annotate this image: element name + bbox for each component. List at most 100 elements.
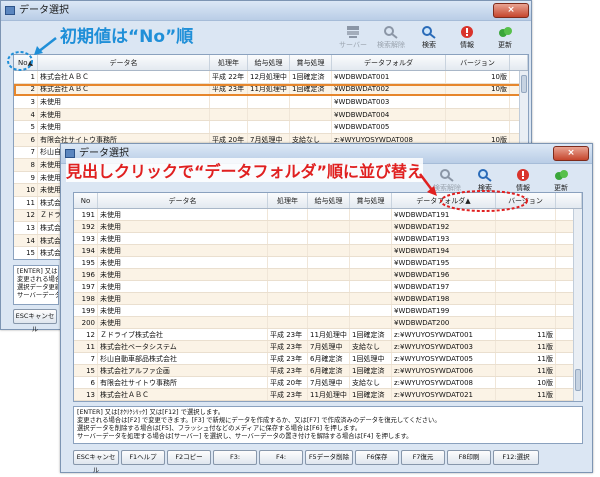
fkey-button-7[interactable]: F7復元 bbox=[401, 450, 445, 465]
toolbar-button-info[interactable]: 情報 bbox=[449, 25, 485, 50]
close-button[interactable]: × bbox=[553, 146, 589, 161]
col-no-header[interactable]: No bbox=[74, 193, 98, 208]
fkey-button-1[interactable]: F1ヘルプ bbox=[121, 450, 165, 465]
table-row[interactable]: 197 未使用 ¥WDBWDAT197 bbox=[74, 281, 582, 293]
table-row[interactable]: 198 未使用 ¥WDBWDAT198 bbox=[74, 293, 582, 305]
row-pay-cell: 11月処理中 bbox=[248, 83, 290, 96]
refresh-icon bbox=[487, 25, 523, 39]
fkey-button-2[interactable]: F2コピー bbox=[167, 450, 211, 465]
search-icon bbox=[467, 168, 503, 182]
refresh-icon bbox=[543, 168, 579, 182]
row-bonus-cell: 1回確定済 bbox=[290, 83, 332, 96]
row-folder-cell: z:¥WYUYOSYWDAT005 bbox=[392, 353, 496, 364]
row-pay-cell bbox=[308, 257, 350, 268]
col-year-header[interactable]: 処理年 bbox=[210, 55, 248, 70]
toolbar-button-label: サーバー bbox=[339, 41, 367, 49]
row-folder-cell: ¥WDBWDAT194 bbox=[392, 245, 496, 256]
fkey-button-4[interactable]: F4: bbox=[259, 450, 303, 465]
row-no-cell: 195 bbox=[74, 257, 98, 268]
toolbar-button-refresh[interactable]: 更新 bbox=[543, 168, 579, 193]
table-row[interactable]: 1 株式会社ＡＢＣ 平成 22年 12月処理中 1回確定済 ¥WDBWDAT001 10版 bbox=[14, 71, 528, 84]
col-pay-header[interactable]: 給与処理 bbox=[248, 55, 290, 70]
header-filler bbox=[556, 193, 582, 208]
col-folder-header[interactable]: データフォルダ bbox=[332, 55, 446, 70]
scroll-thumb[interactable] bbox=[521, 75, 527, 93]
row-name-cell: 未使用 bbox=[38, 96, 210, 108]
row-pay-cell bbox=[308, 317, 350, 328]
fkey-button-0[interactable]: ESCキャンセル bbox=[73, 450, 119, 474]
row-bonus-cell bbox=[350, 233, 392, 244]
back-window-titlebar: データ選択 bbox=[1, 1, 531, 21]
front-vertical-scrollbar[interactable] bbox=[573, 209, 582, 401]
fkey-button-8[interactable]: F8印刷 bbox=[447, 450, 491, 465]
row-version-cell bbox=[496, 245, 556, 256]
row-version-cell: 10版 bbox=[446, 83, 510, 96]
fkey-button-5[interactable]: F5データ削除 bbox=[305, 450, 353, 465]
row-no-cell: 12 bbox=[14, 209, 38, 222]
row-name-cell: 未使用 bbox=[98, 281, 268, 292]
esc-cancel-button[interactable]: ESCキャンセル bbox=[13, 309, 57, 333]
col-year-header[interactable]: 処理年 bbox=[268, 193, 308, 208]
row-pay-cell: 6月確定済 bbox=[308, 365, 350, 376]
row-name-cell: 未使用 bbox=[98, 221, 268, 232]
table-row[interactable]: 195 未使用 ¥WDBWDAT195 bbox=[74, 257, 582, 269]
close-button[interactable]: × bbox=[493, 3, 529, 18]
table-row[interactable]: 192 未使用 ¥WDBWDAT192 bbox=[74, 221, 582, 233]
back-grid-header: No▲ データ名 処理年 給与処理 賞与処理 データフォルダ バージョン bbox=[14, 55, 528, 71]
table-row[interactable]: 4 未使用 ¥WDBWDAT004 bbox=[14, 108, 528, 122]
col-name-header[interactable]: データ名 bbox=[38, 55, 210, 70]
row-bonus-cell bbox=[350, 245, 392, 256]
row-version-cell: 11版 bbox=[496, 389, 556, 400]
table-row[interactable]: 193 未使用 ¥WDBWDAT193 bbox=[74, 233, 582, 245]
row-folder-cell: ¥WDBWDAT004 bbox=[332, 108, 446, 121]
row-bonus-cell bbox=[290, 108, 332, 121]
table-row[interactable]: 7 杉山自動車部品株式会社 平成 23年 6月確定済 1回処理中 z:¥WYUYOSYWD… bbox=[74, 353, 582, 365]
row-folder-cell: ¥WDBWDAT200 bbox=[392, 317, 496, 328]
row-pay-cell bbox=[308, 293, 350, 304]
row-version-cell bbox=[446, 96, 510, 108]
annotation-arrow-icon bbox=[34, 37, 57, 55]
table-row[interactable]: 11 株式会社ベータシステム 平成 23年 7月処理中 支給なし z:¥WYUYOSYWD… bbox=[74, 341, 582, 353]
toolbar-button-search[interactable]: 検索 bbox=[411, 25, 447, 50]
row-pay-cell bbox=[308, 245, 350, 256]
row-version-cell: 11版 bbox=[496, 329, 556, 340]
toolbar-button-label: 検索 bbox=[422, 41, 436, 49]
row-folder-cell: ¥WDBWDAT002 bbox=[332, 83, 446, 96]
row-name-cell: 株式会社ベータシステム bbox=[98, 341, 268, 352]
row-no-cell: 196 bbox=[74, 269, 98, 280]
table-row[interactable]: 13 株式会社ＡＢＣ 平成 23年 11月処理中 1回確定済 z:¥WYUYOSYWDAT… bbox=[74, 389, 582, 401]
table-row[interactable]: 5 未使用 ¥WDBWDAT005 bbox=[14, 121, 528, 134]
row-folder-cell: z:¥WYUYOSYWDAT021 bbox=[392, 389, 496, 400]
table-row[interactable]: 196 未使用 ¥WDBWDAT196 bbox=[74, 269, 582, 281]
scroll-thumb[interactable] bbox=[575, 369, 581, 391]
table-row[interactable]: 6 有限会社サイトウ事務所 平成 20年 7月処理中 支給なし z:¥WYUYOSYWDA… bbox=[74, 377, 582, 389]
row-folder-cell: z:¥WYUYOSYWDAT008 bbox=[392, 377, 496, 388]
row-name-cell: 未使用 bbox=[98, 209, 268, 220]
table-row[interactable]: 200 未使用 ¥WDBWDAT200 bbox=[74, 317, 582, 329]
table-row[interactable]: 194 未使用 ¥WDBWDAT194 bbox=[74, 245, 582, 257]
table-row[interactable]: 12 Ｚドライブ株式会社 平成 23年 11月処理中 1回確定済 z:¥WYUYOSYWD… bbox=[74, 329, 582, 341]
row-year-cell: 平成 23年 bbox=[210, 83, 248, 96]
back-toolbar: サーバー 検索解除 検索 情報 更新 bbox=[335, 25, 525, 55]
search-icon bbox=[411, 25, 447, 39]
message-line: 選択データ更新 bbox=[17, 284, 59, 291]
col-version-header[interactable]: バージョン bbox=[446, 55, 510, 70]
fkey-button-9[interactable]: F12:選択 bbox=[493, 450, 539, 465]
col-name-header[interactable]: データ名 bbox=[98, 193, 268, 208]
toolbar-button-refresh[interactable]: 更新 bbox=[487, 25, 523, 50]
table-row[interactable]: 2 株式会社ＡＢＣ 平成 23年 11月処理中 1回確定済 ¥WDBWDAT002 10版 bbox=[14, 83, 528, 97]
row-bonus-cell bbox=[350, 305, 392, 316]
col-bonus-header[interactable]: 賞与処理 bbox=[290, 55, 332, 70]
table-row[interactable]: 3 未使用 ¥WDBWDAT003 bbox=[14, 96, 528, 109]
table-row[interactable]: 199 未使用 ¥WDBWDAT199 bbox=[74, 305, 582, 317]
col-pay-header[interactable]: 給与処理 bbox=[308, 193, 350, 208]
fkey-button-6[interactable]: F6保存 bbox=[355, 450, 399, 465]
col-bonus-header[interactable]: 賞与処理 bbox=[350, 193, 392, 208]
row-pay-cell bbox=[248, 121, 290, 133]
window-icon bbox=[5, 6, 15, 15]
row-year-cell bbox=[268, 233, 308, 244]
table-row[interactable]: 15 株式会社アルファ企画 平成 23年 6月確定済 1回確定済 z:¥WYUYOSYWD… bbox=[74, 365, 582, 377]
fkey-button-3[interactable]: F3: bbox=[213, 450, 257, 465]
row-year-cell: 平成 23年 bbox=[268, 341, 308, 352]
row-year-cell bbox=[268, 245, 308, 256]
